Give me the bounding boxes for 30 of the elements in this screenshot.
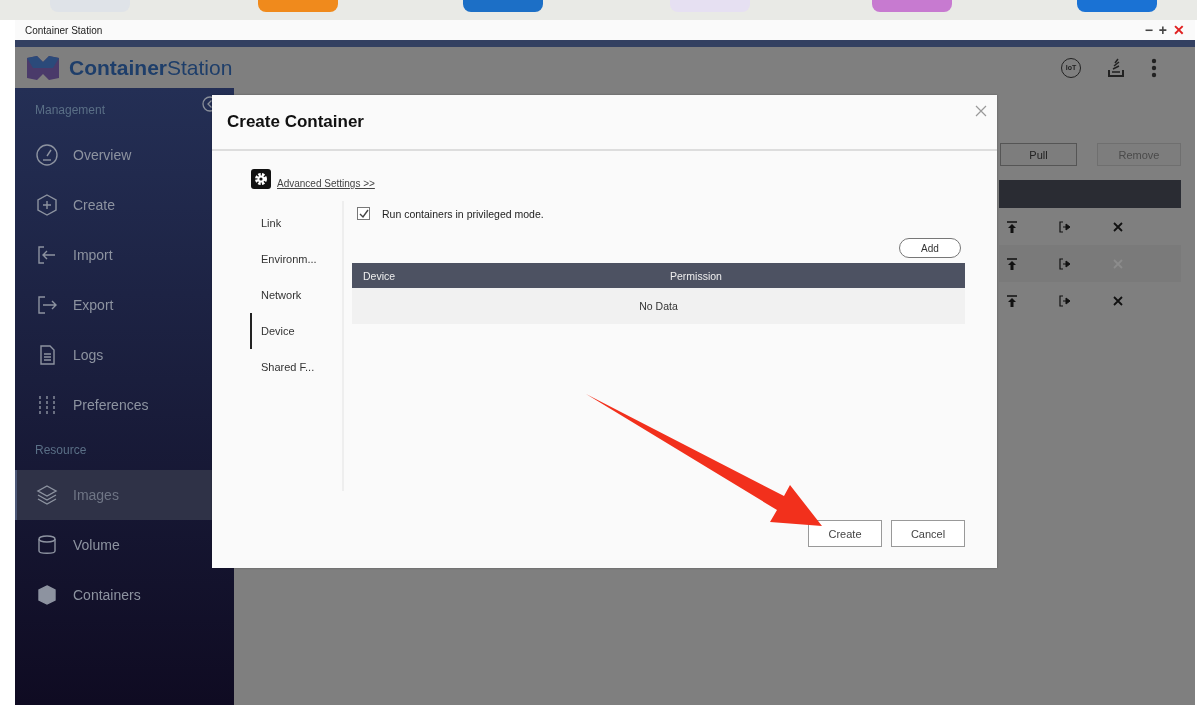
dialog-title: Create Container (227, 112, 364, 132)
settings-tab[interactable]: Link (250, 205, 342, 241)
settings-tab[interactable]: Environm... (250, 241, 342, 277)
settings-tab[interactable]: Network (250, 277, 342, 313)
empty-table-text: No Data (639, 300, 678, 312)
create-button[interactable]: Create (808, 520, 882, 547)
settings-tab[interactable]: Device (250, 313, 342, 349)
add-button[interactable]: Add (899, 238, 961, 258)
column-header: Permission (670, 269, 722, 282)
sidebar-section-title: Management (35, 103, 106, 117)
sidebar-item[interactable]: Overview (15, 130, 234, 180)
advanced-settings-link[interactable]: Advanced Settings >> (277, 178, 375, 189)
sidebar-item[interactable]: Containers (15, 570, 234, 620)
sidebar-item[interactable]: Export (15, 280, 234, 330)
settings-tab[interactable]: Shared F... (250, 349, 342, 385)
window-control-button[interactable]: + (1158, 23, 1167, 37)
window-title: Container Station (25, 24, 103, 36)
pull-button[interactable]: Pull (1000, 143, 1077, 166)
checkbox-label: Run containers in privileged mode. (382, 207, 544, 220)
sidebar-section-title: Resource (35, 443, 87, 457)
sidebar-item[interactable]: Volume (15, 520, 234, 570)
sidebar-item[interactable]: Preferences (15, 380, 234, 430)
app-logo-text: ContainerStation (69, 55, 233, 80)
sidebar-item[interactable]: Create (15, 180, 234, 230)
sidebar-item[interactable]: Logs (15, 330, 234, 380)
column-header: Device (362, 269, 397, 282)
sidebar-item[interactable]: Import (15, 230, 234, 280)
cancel-button[interactable]: Cancel (891, 520, 965, 547)
window-control-button[interactable]: ✕ (1173, 23, 1185, 37)
window-control-button[interactable]: − (1144, 23, 1153, 37)
